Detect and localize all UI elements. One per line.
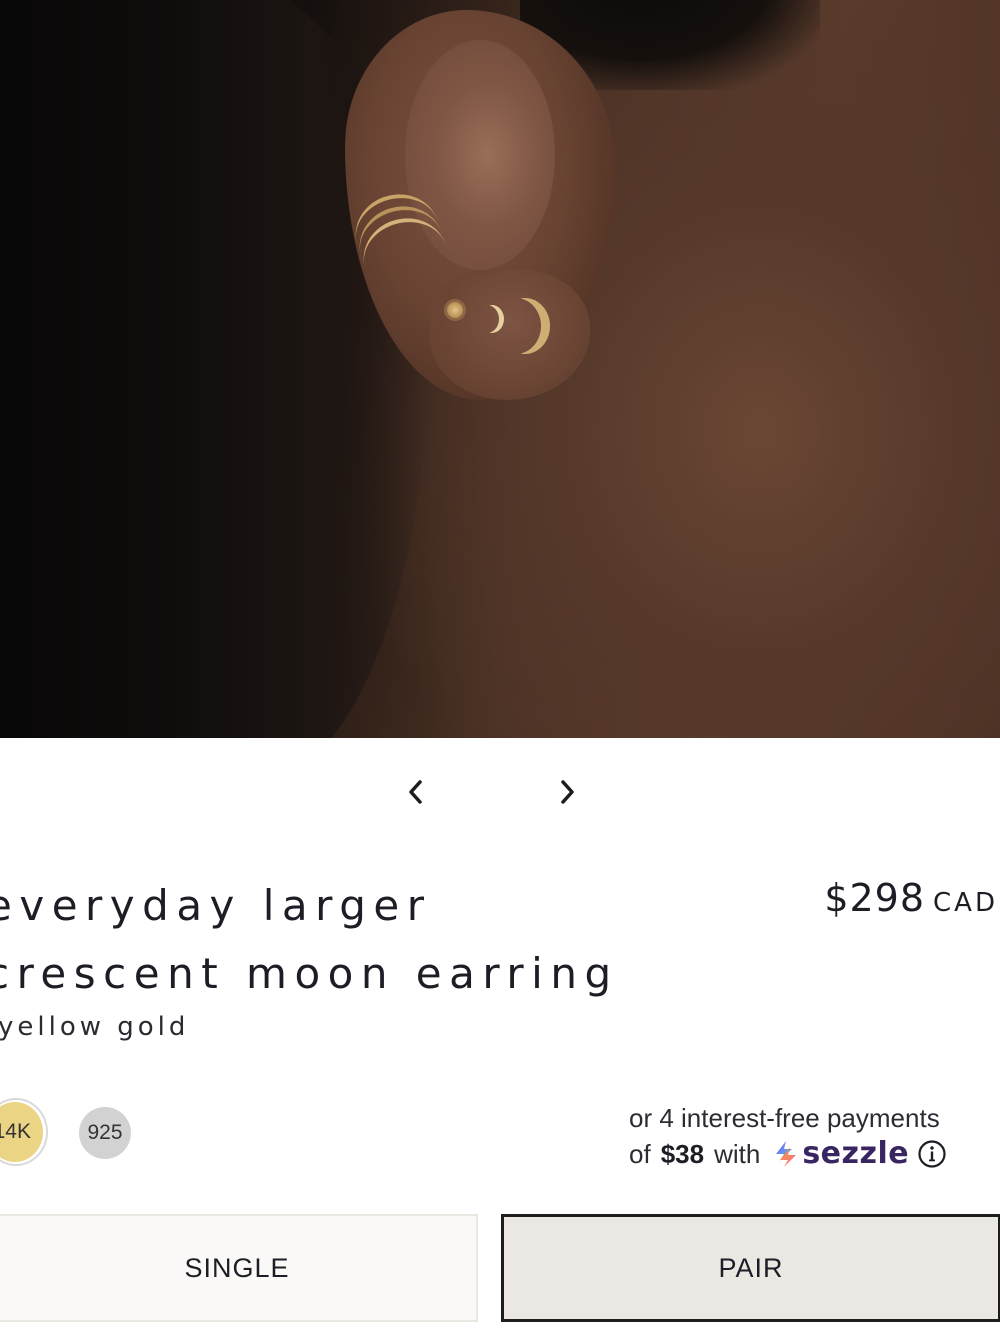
price-amount: $298 xyxy=(824,876,926,920)
sezzle-logo[interactable]: sezzle xyxy=(772,1136,909,1172)
product-title-line-2: crescent moon earring xyxy=(0,949,619,998)
option-pair-label: PAIR xyxy=(718,1252,784,1283)
info-icon xyxy=(918,1140,946,1168)
product-title-line-1: everyday larger xyxy=(0,881,432,930)
chevron-right-icon xyxy=(561,780,574,804)
metal-swatch-label: 14K xyxy=(0,1120,31,1143)
sezzle-amount: $38 xyxy=(660,1139,705,1169)
sezzle-with: with xyxy=(714,1139,761,1169)
sun-stud xyxy=(447,302,463,318)
option-single-button[interactable]: SINGLE xyxy=(0,1214,478,1322)
chevron-left-icon xyxy=(409,780,422,804)
metal-swatch-925[interactable]: 925 xyxy=(79,1107,131,1159)
info-button[interactable] xyxy=(917,1139,947,1169)
option-single-label: SINGLE xyxy=(184,1252,290,1283)
previous-image-button[interactable] xyxy=(396,772,436,812)
price-currency: CAD xyxy=(933,888,998,918)
product-title: everyday larger crescent moon earring xyxy=(0,872,686,1008)
sezzle-of: of xyxy=(629,1139,651,1169)
sezzle-brand: sezzle xyxy=(802,1136,910,1171)
sezzle-line-1: or 4 interest-free payments xyxy=(629,1103,940,1133)
product-image[interactable] xyxy=(0,0,1000,738)
option-pair-button[interactable]: PAIR xyxy=(501,1214,1000,1322)
sezzle-mark-icon xyxy=(776,1141,797,1167)
large-crescent-stud xyxy=(500,298,550,354)
sezzle-installments: or 4 interest-free payments of $38 with … xyxy=(629,1100,1000,1172)
product-price: $298 CAD xyxy=(824,876,998,920)
next-image-button[interactable] xyxy=(547,772,587,812)
metal-swatch-label: 925 xyxy=(87,1121,123,1144)
variant-label: yellow gold xyxy=(0,1012,190,1042)
